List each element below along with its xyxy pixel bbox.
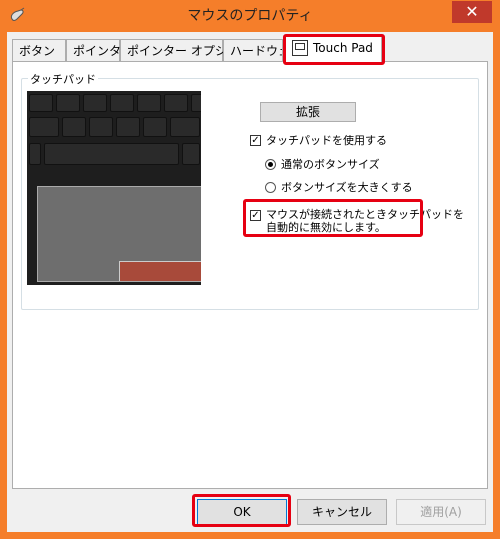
large-button-size-radio[interactable] [265, 182, 276, 193]
use-touchpad-label: タッチパッドを使用する [266, 134, 387, 147]
title-bar[interactable]: マウスのプロパティ ✕ [0, 0, 500, 32]
tab-pointer-options[interactable]: ポインター オプション [120, 39, 251, 61]
tab-touch-pad[interactable]: Touch Pad [285, 35, 382, 63]
window-title: マウスのプロパティ [187, 8, 313, 24]
normal-button-size-radio[interactable] [265, 159, 276, 170]
auto-disable-label-line2: 自動的に無効にします。 [266, 221, 386, 234]
tab-label: Touch Pad [313, 41, 373, 55]
normal-button-size-label: 通常のボタンサイズ [281, 158, 380, 171]
tab-buttons[interactable]: ボタン [12, 39, 66, 61]
dialog-body: ボタン ポインター ポインター オプション ハードウェア Touch Pad タ… [7, 32, 493, 532]
group-label: タッチパッド [28, 71, 98, 87]
auto-disable-label-line1: マウスが接続されたときタッチパッドを [266, 208, 464, 221]
ok-button[interactable]: OK [197, 499, 287, 525]
large-button-size-label: ボタンサイズを大きくする [281, 181, 413, 194]
tab-label: ボタン [19, 44, 56, 58]
touchpad-group: タッチパッド 拡張 ✓ タッチパッドを使用する 通常のボタンサイズ ボタンサイズ… [21, 71, 479, 310]
expand-button[interactable]: 拡張 [260, 102, 356, 122]
mouse-properties-window: マウスのプロパティ ✕ ボタン ポインター ポインター オプション ハードウェア… [0, 0, 500, 539]
tab-hardware[interactable]: ハードウェア [223, 39, 283, 61]
apply-button[interactable]: 適用(A) [396, 499, 486, 525]
touchpad-icon [292, 39, 308, 56]
tab-label: ハードウェア [230, 44, 282, 58]
touchpad-preview-image [27, 91, 201, 285]
auto-disable-checkbox[interactable]: ✓ [250, 210, 261, 221]
touchpad-area [37, 186, 201, 282]
tab-pointers[interactable]: ポインター [66, 39, 133, 61]
close-button[interactable]: ✕ [452, 1, 492, 23]
touchpad-tab-panel: タッチパッド 拡張 ✓ タッチパッドを使用する 通常のボタンサイズ ボタンサイズ… [12, 61, 488, 489]
use-touchpad-checkbox[interactable]: ✓ [250, 135, 261, 146]
cancel-button[interactable]: キャンセル [297, 499, 387, 525]
touchpad-button-zone [119, 261, 201, 281]
